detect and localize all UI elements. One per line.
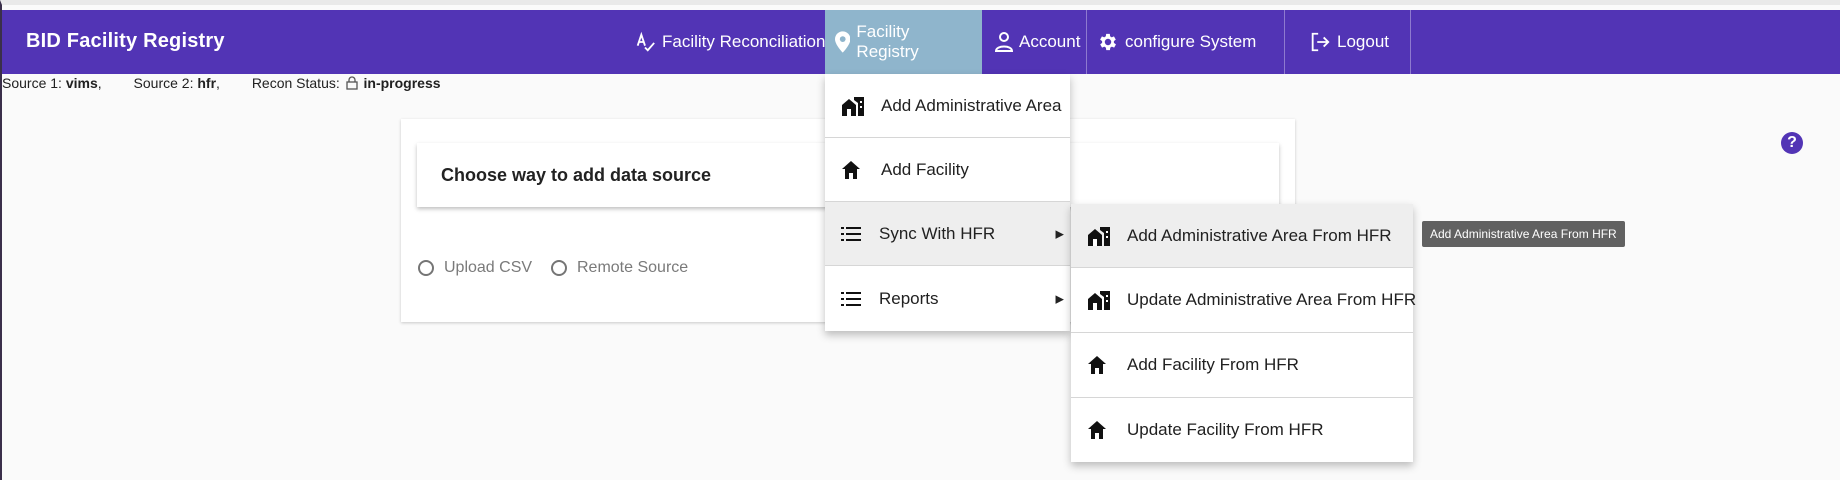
- radio-circle[interactable]: [551, 260, 567, 276]
- menu-add-admin-area-from-hfr-label: Add Administrative Area From HFR: [1127, 225, 1392, 245]
- menu-update-admin-area-from-hfr-label: Update Administrative Area From HFR: [1127, 290, 1417, 309]
- list-icon: [841, 291, 861, 306]
- submenu-arrow-icon: ▶: [1055, 293, 1064, 305]
- menu-sync-with-hfr-label: Sync With HFR: [879, 223, 996, 243]
- nav-logout-label: Logout: [1337, 32, 1389, 51]
- house-building-icon: [1088, 226, 1110, 246]
- recon-status-label: Recon Status:: [251, 75, 340, 91]
- source1-label: Source 1:: [2, 75, 62, 91]
- tooltip: Add Administrative Area From HFR: [1422, 221, 1625, 247]
- menu-reports[interactable]: Reports ▶: [825, 266, 1070, 331]
- submenu-arrow-icon: ▶: [1055, 228, 1064, 240]
- gear-icon: [1100, 33, 1116, 51]
- home-icon: [1088, 356, 1106, 374]
- house-building-icon: [1088, 291, 1110, 310]
- menu-add-facility[interactable]: Add Facility: [825, 138, 1070, 202]
- radio-upload-csv[interactable]: Upload CSV: [418, 259, 532, 277]
- radio-remote-source-label: Remote Source: [577, 259, 689, 276]
- list-icon: [841, 226, 861, 241]
- nav-logout[interactable]: Logout: [1284, 10, 1411, 74]
- lock-icon: [345, 76, 358, 90]
- nav-configure-system-label: configure System: [1125, 32, 1257, 51]
- menu-add-administrative-area-label: Add Administrative Area: [881, 95, 1062, 115]
- menu-update-facility-from-hfr[interactable]: Update Facility From HFR: [1071, 398, 1413, 462]
- menu-add-facility-label: Add Facility: [881, 159, 969, 179]
- card-title: Choose way to add data source: [441, 165, 712, 185]
- home-icon: [1088, 421, 1106, 439]
- nav-facility-reconciliation-label: Facility Reconciliation: [662, 32, 826, 51]
- help-icon[interactable]: ?: [1781, 132, 1803, 154]
- menu-reports-label: Reports: [879, 288, 939, 308]
- menu-update-facility-from-hfr-label: Update Facility From HFR: [1127, 420, 1324, 439]
- logout-icon: [1311, 32, 1330, 52]
- source1-value: vims: [65, 75, 98, 91]
- home-icon: [842, 160, 860, 179]
- menu-add-facility-from-hfr-label: Add Facility From HFR: [1127, 355, 1299, 374]
- app-title: BID Facility Registry: [26, 30, 225, 52]
- sync-hfr-submenu: Add Administrative Area From HFR Update …: [1071, 204, 1417, 462]
- nav-facility-reconciliation[interactable]: Facility Reconciliation: [624, 10, 835, 74]
- radio-upload-csv-label: Upload CSV: [444, 259, 533, 276]
- menu-sync-with-hfr[interactable]: Sync With HFR ▶: [825, 202, 1070, 266]
- nav-account-label: Account: [1019, 32, 1081, 51]
- recon-status-value: in-progress: [363, 75, 441, 91]
- radio-circle[interactable]: [418, 260, 434, 276]
- nav-divider: [1410, 10, 1411, 74]
- nav-account[interactable]: Account: [985, 10, 1090, 74]
- menu-update-admin-area-from-hfr[interactable]: Update Administrative Area From HFR: [1071, 268, 1417, 333]
- facility-registry-menu: Add Administrative Area Add Facility Syn…: [825, 74, 1070, 331]
- source2-value: hfr: [197, 75, 217, 91]
- menu-add-facility-from-hfr[interactable]: Add Facility From HFR: [1071, 333, 1413, 398]
- nav-facility-registry[interactable]: Facility Registry: [825, 10, 982, 74]
- recon-status-line: Source 1: vims, Source 2: hfr, Recon Sta…: [2, 75, 441, 91]
- house-building-icon: [842, 96, 864, 116]
- nav-facility-registry-label: Facility Registry: [856, 22, 919, 61]
- spellcheck-icon: [636, 31, 655, 52]
- source2-label: Source 2:: [133, 75, 194, 91]
- menu-add-admin-area-from-hfr[interactable]: Add Administrative Area From HFR: [1071, 204, 1413, 268]
- top-toolbar: BID Facility Registry Facility Reconcili…: [2, 10, 1840, 74]
- nav-configure-system[interactable]: configure System: [1086, 10, 1284, 74]
- radio-remote-source[interactable]: Remote Source: [551, 259, 688, 277]
- menu-add-administrative-area[interactable]: Add Administrative Area: [825, 74, 1070, 138]
- person-icon: [995, 32, 1013, 52]
- location-pin-icon: [835, 31, 851, 53]
